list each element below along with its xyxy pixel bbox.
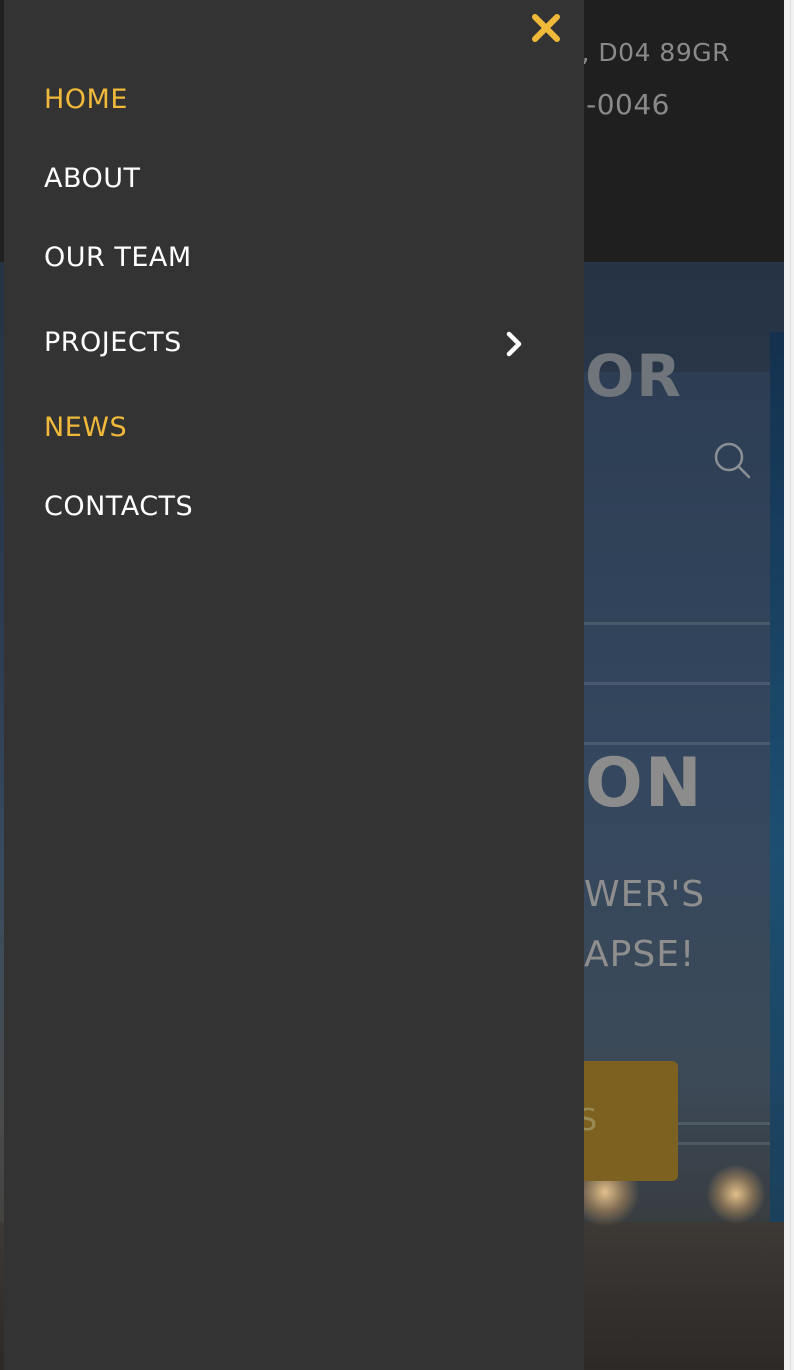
menu-item-projects[interactable]: PROJECTS <box>44 327 182 358</box>
chevron-right-icon[interactable] <box>502 330 526 358</box>
close-icon[interactable] <box>528 10 564 46</box>
building-window-edge <box>770 332 784 1370</box>
building-stripe <box>580 622 770 625</box>
building-stripe <box>580 682 770 685</box>
side-menu: HOME ABOUT OUR TEAM PROJECTS NEWS CONTAC… <box>4 0 584 1370</box>
hero-subline: WER'S <box>584 874 706 915</box>
menu-item-home[interactable]: HOME <box>44 84 128 115</box>
menu-item-our-team[interactable]: OUR TEAM <box>44 242 192 273</box>
search-icon[interactable] <box>712 440 752 480</box>
light-glow <box>706 1164 766 1224</box>
menu-item-news[interactable]: NEWS <box>44 412 127 443</box>
menu-item-about[interactable]: ABOUT <box>44 163 141 194</box>
hero-headline: ON <box>585 744 704 823</box>
hero-subline: APSE! <box>584 934 696 975</box>
site-logo[interactable]: OR <box>585 342 683 410</box>
menu-item-contacts[interactable]: CONTACTS <box>44 491 193 522</box>
page-edge-line <box>790 0 791 1370</box>
page-edge <box>784 0 794 1370</box>
